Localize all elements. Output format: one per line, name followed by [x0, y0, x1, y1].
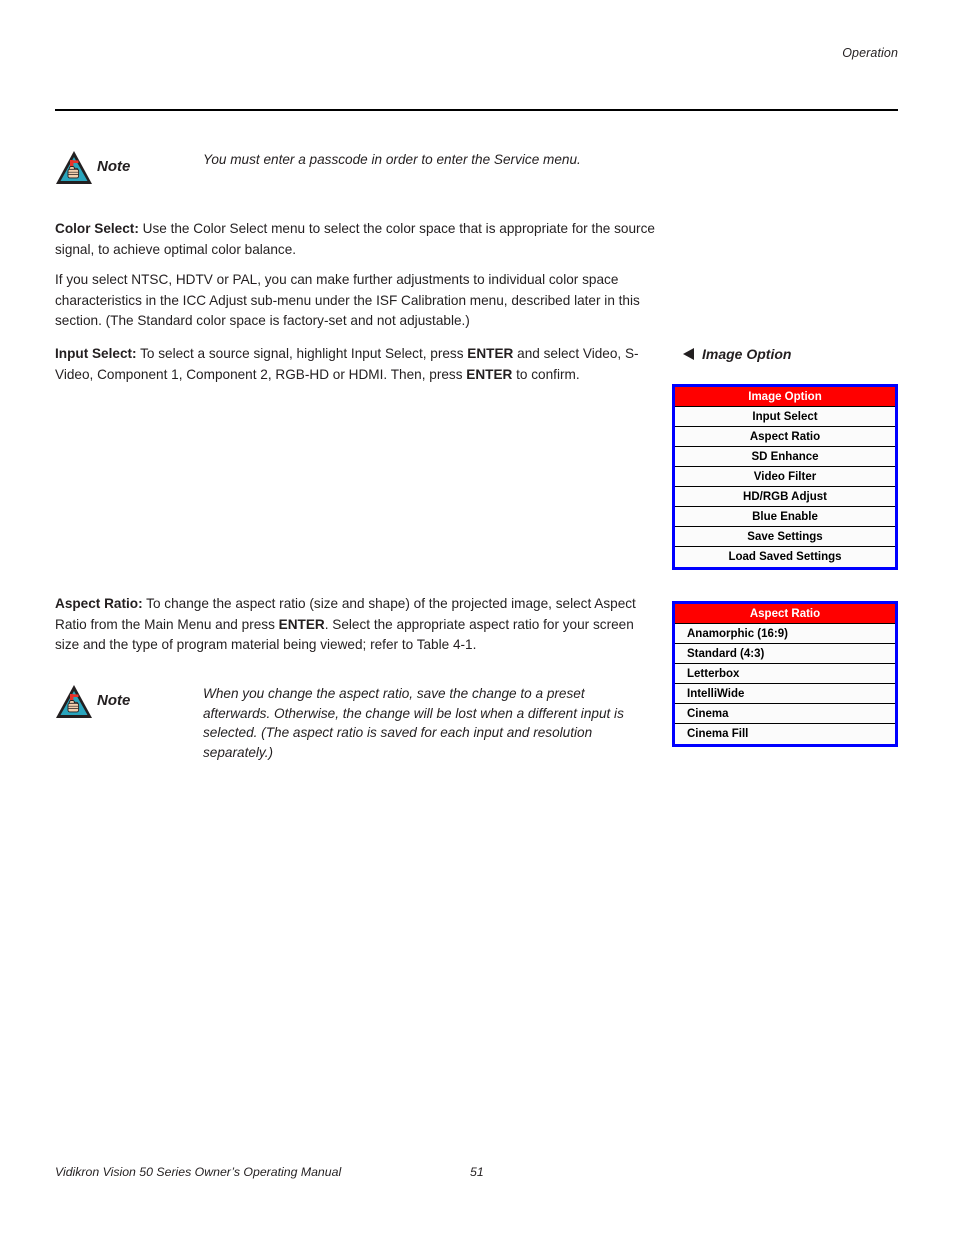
- aspect-ratio-emph1: ENTER: [278, 616, 325, 632]
- input-select-emph1: ENTER: [467, 346, 514, 361]
- note-label: Note: [97, 692, 131, 709]
- term-color-select: Color Select:: [55, 221, 139, 236]
- callout-title: Image Option: [702, 346, 792, 362]
- note-triangle-hand-icon: [55, 150, 93, 186]
- note-triangle-hand-icon: [55, 684, 93, 720]
- callout-image-option: Image Option: [683, 346, 791, 362]
- osd-menu-item-save-settings[interactable]: Save Settings: [675, 527, 895, 547]
- header-rule: [55, 109, 898, 111]
- footer-manual-title: Vidikron Vision 50 Series Owner’s Operat…: [55, 1165, 342, 1179]
- paragraph-color-select: Color Select: Use the Color Select menu …: [55, 219, 659, 260]
- term-aspect-ratio: Aspect Ratio:: [55, 596, 143, 611]
- term-input-select: Input Select:: [55, 346, 137, 361]
- note-text: When you change the aspect ratio, save t…: [203, 686, 624, 760]
- osd-menu-aspect-ratio[interactable]: Aspect Ratio Anamorphic (16:9) Standard …: [672, 601, 898, 747]
- osd-menu-header: Aspect Ratio: [675, 604, 895, 624]
- osd-menu-item-standard[interactable]: Standard (4:3): [675, 644, 895, 664]
- osd-menu-item-letterbox[interactable]: Letterbox: [675, 664, 895, 684]
- osd-menu-item-input-select[interactable]: Input Select: [675, 407, 895, 427]
- osd-menu-item-load-saved-settings[interactable]: Load Saved Settings: [675, 547, 895, 567]
- paragraph-color-select-text: Use the Color Select menu to select the …: [55, 221, 655, 257]
- osd-menu-item-anamorphic[interactable]: Anamorphic (16:9): [675, 624, 895, 644]
- osd-menu-item-sd-enhance[interactable]: SD Enhance: [675, 447, 895, 467]
- arrow-left-icon: [683, 348, 694, 360]
- input-select-emph2: ENTER: [466, 366, 513, 382]
- osd-menu-header: Image Option: [675, 387, 895, 407]
- osd-menu-item-hd-rgb-adjust[interactable]: HD/RGB Adjust: [675, 487, 895, 507]
- paragraph-input-select: Input Select: To select a source signal,…: [55, 344, 659, 385]
- paragraph-aspect-ratio: Aspect Ratio: To change the aspect ratio…: [55, 594, 659, 656]
- osd-menu-image-option[interactable]: Image Option Input Select Aspect Ratio S…: [672, 384, 898, 570]
- note-label: Note: [97, 158, 131, 175]
- footer-page-number: 51: [470, 1165, 484, 1179]
- note-text: You must enter a passcode in order to en…: [203, 152, 581, 167]
- paragraph-color-select-detail: If you select NTSC, HDTV or PAL, you can…: [55, 272, 640, 328]
- osd-menu-item-cinema[interactable]: Cinema: [675, 704, 895, 724]
- page-footer: Vidikron Vision 50 Series Owner’s Operat…: [55, 1165, 898, 1183]
- osd-menu-item-blue-enable[interactable]: Blue Enable: [675, 507, 895, 527]
- section-title: Operation: [842, 46, 898, 60]
- input-select-part1: To select a source signal, highlight Inp…: [136, 346, 468, 361]
- osd-menu-item-cinema-fill[interactable]: Cinema Fill: [675, 724, 895, 744]
- osd-menu-item-intelliwide[interactable]: IntelliWide: [675, 684, 895, 704]
- input-select-part3: to confirm.: [512, 366, 580, 382]
- osd-menu-item-video-filter[interactable]: Video Filter: [675, 467, 895, 487]
- page-header: Operation: [55, 44, 898, 62]
- osd-menu-item-aspect-ratio[interactable]: Aspect Ratio: [675, 427, 895, 447]
